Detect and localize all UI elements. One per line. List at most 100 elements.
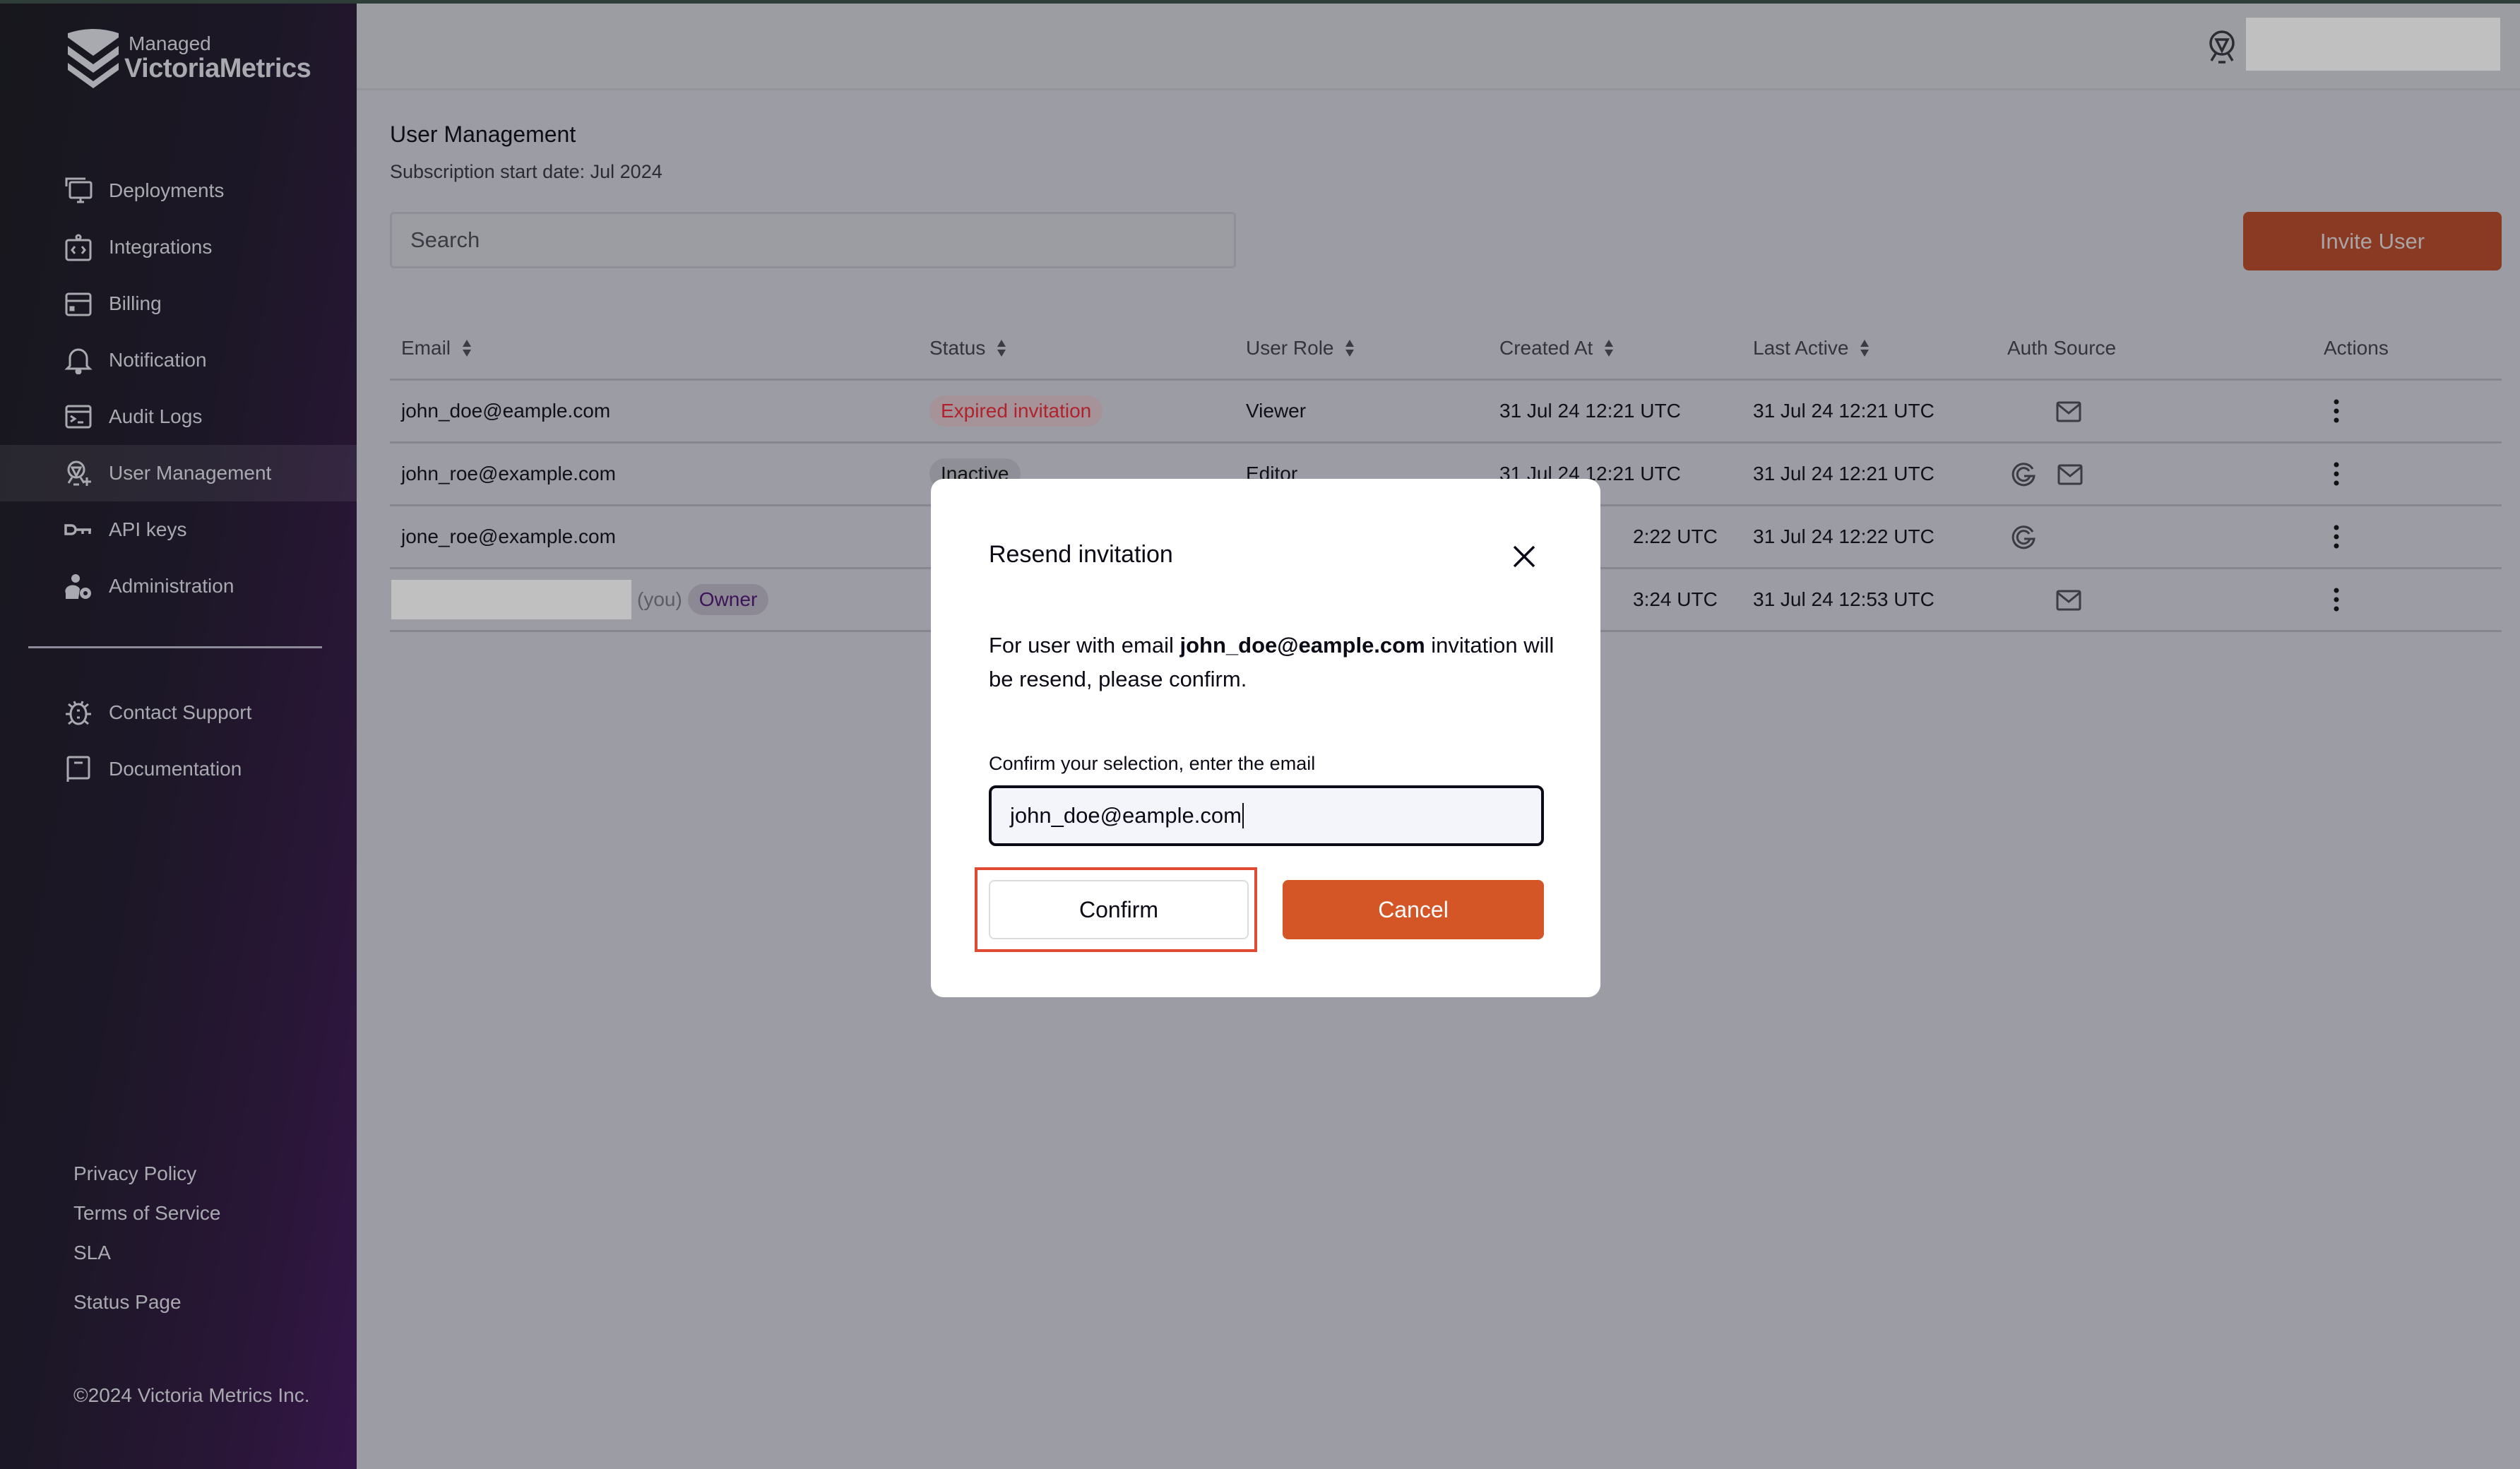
auth-source xyxy=(2055,381,2102,441)
monitor-icon xyxy=(64,176,93,206)
search-placeholder: Search xyxy=(410,227,480,252)
column-user-role[interactable]: User Role xyxy=(1246,318,1355,379)
sort-icon xyxy=(463,340,472,357)
user-gear-icon xyxy=(64,571,93,601)
sidebar-item-deployments[interactable]: Deployments xyxy=(0,162,357,219)
key-icon xyxy=(64,515,93,545)
email-icon xyxy=(2056,590,2081,611)
sidebar-item-label: Audit Logs xyxy=(109,405,203,427)
bug-icon xyxy=(64,698,93,727)
sidebar-item-contact-support[interactable]: Contact Support xyxy=(0,684,357,741)
last-active: 31 Jul 24 12:53 UTC xyxy=(1753,588,1934,610)
column-email[interactable]: Email xyxy=(401,318,472,379)
email-redacted xyxy=(391,580,631,619)
last-active: 31 Jul 24 12:21 UTC xyxy=(1753,463,1934,484)
column-last-active[interactable]: Last Active xyxy=(1753,318,1870,379)
row-actions-button[interactable] xyxy=(2332,569,2341,630)
sidebar-item-label: Contact Support xyxy=(109,701,252,723)
sidebar-item-label: API keys xyxy=(109,518,187,540)
row-actions-button[interactable] xyxy=(2332,506,2341,567)
code-icon xyxy=(64,232,93,262)
column-created-at[interactable]: Created At xyxy=(1499,318,1614,379)
resend-invitation-modal: Resend invitation For user with email jo… xyxy=(931,479,1600,997)
text-caret xyxy=(1242,803,1244,828)
more-vertical-icon xyxy=(2334,462,2339,486)
confirm-email-label: Confirm your selection, enter the email xyxy=(989,753,1316,774)
more-vertical-icon xyxy=(2334,525,2339,549)
sort-icon xyxy=(1605,340,1614,357)
close-icon[interactable] xyxy=(1510,542,1538,571)
logo-title: VictoriaMetrics xyxy=(124,54,311,83)
logo-subtitle: Managed xyxy=(129,32,211,54)
user-email-cell: (you) Owner xyxy=(391,569,769,630)
victoriametrics-logo-icon xyxy=(68,29,119,88)
privacy-policy-link[interactable]: Privacy Policy xyxy=(73,1162,221,1186)
sidebar-item-integrations[interactable]: Integrations xyxy=(0,219,357,275)
sidebar-item-label: Billing xyxy=(109,292,162,314)
row-actions-button[interactable] xyxy=(2332,444,2341,504)
sidebar-item-label: Administration xyxy=(109,575,234,597)
more-vertical-icon xyxy=(2334,588,2339,612)
search-input[interactable]: Search xyxy=(390,212,1236,268)
award-icon[interactable] xyxy=(2207,30,2237,64)
user-add-icon xyxy=(64,458,93,488)
you-label: (you) xyxy=(637,588,682,610)
sidebar-divider xyxy=(28,646,322,648)
table-row: john_doe@eample.com Expired invitation V… xyxy=(390,381,2502,444)
sidebar-item-notification[interactable]: Notification xyxy=(0,332,357,388)
email-icon xyxy=(2056,401,2081,422)
invite-user-button[interactable]: Invite User xyxy=(2243,212,2502,270)
status-badge: Expired invitation xyxy=(929,396,1103,427)
modal-message: For user with email john_doe@eample.com … xyxy=(989,633,1555,691)
footer-links: Privacy Policy Terms of Service SLA Stat… xyxy=(73,1162,221,1330)
top-bar xyxy=(357,4,2520,90)
sort-icon xyxy=(1345,340,1355,357)
user-role: Viewer xyxy=(1246,400,1307,422)
sidebar-item-user-management[interactable]: User Management xyxy=(0,445,357,501)
confirm-email-input[interactable]: john_doe@eample.com xyxy=(989,785,1544,846)
cancel-button[interactable]: Cancel xyxy=(1283,880,1544,939)
user-email: jone_roe@example.com xyxy=(401,525,616,547)
sidebar-nav: Deployments Integrations Billing Notific… xyxy=(0,162,357,614)
user-email: john_doe@eample.com xyxy=(401,400,611,422)
status-page-link[interactable]: Status Page xyxy=(73,1290,221,1314)
auth-source xyxy=(2055,569,2102,630)
owner-badge: Owner xyxy=(687,584,769,615)
user-email: john_roe@example.com xyxy=(401,463,616,484)
subscription-start-date: Subscription start date: Jul 2024 xyxy=(390,161,662,182)
column-actions: Actions xyxy=(2324,337,2389,359)
confirm-button[interactable]: Confirm xyxy=(989,880,1249,939)
created-at: 2:22 UTC xyxy=(1633,525,1718,547)
logo[interactable]: Managed VictoriaMetrics xyxy=(65,28,311,88)
sidebar-item-administration[interactable]: Administration xyxy=(0,558,357,614)
last-active: 31 Jul 24 12:22 UTC xyxy=(1753,525,1934,547)
copyright: ©2024 Victoria Metrics Inc. xyxy=(73,1384,310,1406)
sidebar-item-label: Integrations xyxy=(109,236,213,258)
terms-of-service-link[interactable]: Terms of Service xyxy=(73,1201,221,1225)
created-at: 3:24 UTC xyxy=(1633,588,1718,610)
sidebar-item-documentation[interactable]: Documentation xyxy=(0,741,357,797)
book-icon xyxy=(64,754,93,784)
sla-link[interactable]: SLA xyxy=(73,1241,221,1265)
sidebar-item-audit-logs[interactable]: Audit Logs xyxy=(0,388,357,445)
auth-source xyxy=(2010,444,2103,504)
google-icon xyxy=(2011,525,2035,549)
sidebar-secondary-nav: Contact Support Documentation xyxy=(0,684,357,797)
sidebar-item-billing[interactable]: Billing xyxy=(0,275,357,332)
row-actions-button[interactable] xyxy=(2332,381,2341,441)
auth-source xyxy=(2010,506,2057,567)
sidebar-item-label: Deployments xyxy=(109,179,225,201)
sidebar-item-label: Notification xyxy=(109,349,207,371)
more-vertical-icon xyxy=(2334,399,2339,423)
google-icon xyxy=(2011,463,2035,487)
bell-icon xyxy=(64,345,93,375)
last-active: 31 Jul 24 12:21 UTC xyxy=(1753,400,1934,422)
sort-icon xyxy=(1860,340,1870,357)
user-menu-redacted[interactable] xyxy=(2246,18,2500,71)
column-status[interactable]: Status xyxy=(929,318,1006,379)
modal-email: john_doe@eample.com xyxy=(1179,633,1425,658)
sidebar-item-api-keys[interactable]: API keys xyxy=(0,501,357,558)
terminal-icon xyxy=(64,402,93,432)
sidebar: Managed VictoriaMetrics Deployments Inte… xyxy=(0,4,357,1469)
confirm-email-value: john_doe@eample.com xyxy=(1010,803,1242,828)
